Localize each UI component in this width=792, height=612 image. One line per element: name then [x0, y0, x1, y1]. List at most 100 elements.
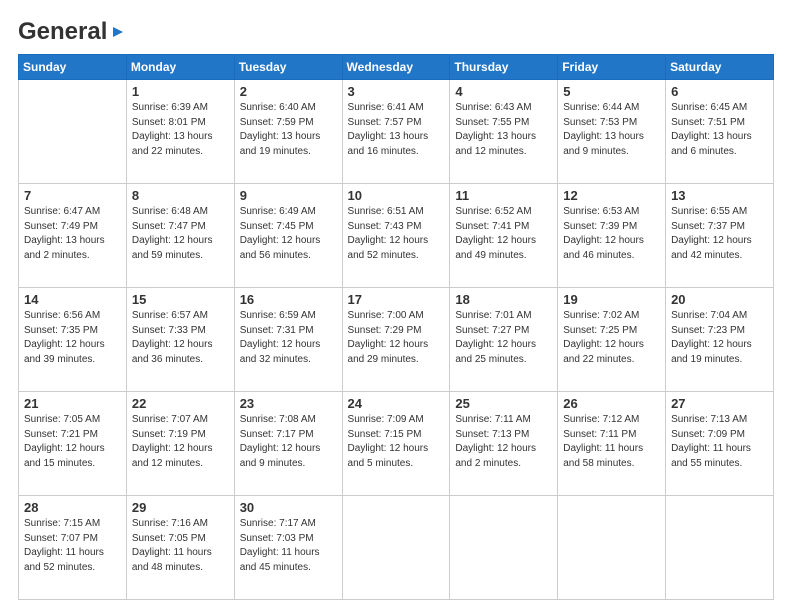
calendar-cell: 18 Sunrise: 7:01 AM Sunset: 7:27 PM Dayli…	[450, 288, 558, 392]
calendar-cell	[666, 496, 774, 600]
day-info: Sunrise: 6:57 AM Sunset: 7:33 PM Dayligh…	[132, 309, 229, 367]
calendar-cell	[558, 496, 666, 600]
calendar-cell: 30 Sunrise: 7:17 AM Sunset: 7:03 PM Dayli…	[234, 496, 342, 600]
logo-icon	[109, 23, 127, 41]
day-number: 3	[348, 84, 445, 99]
weekday-sunday: Sunday	[19, 55, 127, 80]
day-number: 21	[24, 396, 121, 411]
calendar-cell: 21Sunrise: 7:05 AM Sunset: 7:21 PM Dayli…	[19, 392, 127, 496]
weekday-saturday: Saturday	[666, 55, 774, 80]
day-number: 25	[455, 396, 552, 411]
day-info: Sunrise: 6:43 AM Sunset: 7:55 PM Dayligh…	[455, 101, 552, 159]
day-number: 2	[240, 84, 337, 99]
calendar-cell: 17 Sunrise: 7:00 AM Sunset: 7:29 PM Dayli…	[342, 288, 450, 392]
day-number: 10	[348, 188, 445, 203]
calendar-week-row: 21Sunrise: 7:05 AM Sunset: 7:21 PM Dayli…	[19, 392, 774, 496]
calendar-week-row: 1 Sunrise: 6:39 AM Sunset: 8:01 PM Daylig…	[19, 80, 774, 184]
weekday-friday: Friday	[558, 55, 666, 80]
day-number: 13	[671, 188, 768, 203]
day-info: Sunrise: 6:39 AM Sunset: 8:01 PM Dayligh…	[132, 101, 229, 159]
day-info: Sunrise: 6:44 AM Sunset: 7:53 PM Dayligh…	[563, 101, 660, 159]
calendar-cell: 3 Sunrise: 6:41 AM Sunset: 7:57 PM Daylig…	[342, 80, 450, 184]
day-info: Sunrise: 6:59 AM Sunset: 7:31 PM Dayligh…	[240, 309, 337, 367]
day-number: 24	[348, 396, 445, 411]
calendar-cell: 10Sunrise: 6:51 AM Sunset: 7:43 PM Dayli…	[342, 184, 450, 288]
day-number: 14	[24, 292, 121, 307]
day-number: 17	[348, 292, 445, 307]
day-number: 20	[671, 292, 768, 307]
day-number: 12	[563, 188, 660, 203]
calendar-cell: 14 Sunrise: 6:56 AM Sunset: 7:35 PM Dayli…	[19, 288, 127, 392]
day-number: 23	[240, 396, 337, 411]
day-info: Sunrise: 7:17 AM Sunset: 7:03 PM Dayligh…	[240, 517, 337, 575]
day-number: 8	[132, 188, 229, 203]
day-info: Sunrise: 6:47 AM Sunset: 7:49 PM Dayligh…	[24, 205, 121, 263]
day-number: 15	[132, 292, 229, 307]
calendar-cell: 6 Sunrise: 6:45 AM Sunset: 7:51 PM Daylig…	[666, 80, 774, 184]
day-info: Sunrise: 7:12 AM Sunset: 7:11 PM Dayligh…	[563, 413, 660, 471]
day-info: Sunrise: 6:45 AM Sunset: 7:51 PM Dayligh…	[671, 101, 768, 159]
weekday-thursday: Thursday	[450, 55, 558, 80]
day-number: 30	[240, 500, 337, 515]
calendar-cell: 15 Sunrise: 6:57 AM Sunset: 7:33 PM Dayli…	[126, 288, 234, 392]
calendar-cell: 19 Sunrise: 7:02 AM Sunset: 7:25 PM Dayli…	[558, 288, 666, 392]
day-info: Sunrise: 7:11 AM Sunset: 7:13 PM Dayligh…	[455, 413, 552, 471]
day-info: Sunrise: 7:15 AM Sunset: 7:07 PM Dayligh…	[24, 517, 121, 575]
day-number: 29	[132, 500, 229, 515]
day-number: 28	[24, 500, 121, 515]
calendar-cell: 4 Sunrise: 6:43 AM Sunset: 7:55 PM Daylig…	[450, 80, 558, 184]
day-number: 4	[455, 84, 552, 99]
day-number: 6	[671, 84, 768, 99]
weekday-wednesday: Wednesday	[342, 55, 450, 80]
weekday-header-row: SundayMondayTuesdayWednesdayThursdayFrid…	[19, 55, 774, 80]
day-number: 9	[240, 188, 337, 203]
day-number: 18	[455, 292, 552, 307]
calendar-cell: 11Sunrise: 6:52 AM Sunset: 7:41 PM Dayli…	[450, 184, 558, 288]
day-number: 7	[24, 188, 121, 203]
calendar-cell: 27 Sunrise: 7:13 AM Sunset: 7:09 PM Dayli…	[666, 392, 774, 496]
day-info: Sunrise: 6:56 AM Sunset: 7:35 PM Dayligh…	[24, 309, 121, 367]
day-info: Sunrise: 7:01 AM Sunset: 7:27 PM Dayligh…	[455, 309, 552, 367]
day-number: 16	[240, 292, 337, 307]
calendar-cell: 7 Sunrise: 6:47 AM Sunset: 7:49 PM Daylig…	[19, 184, 127, 288]
day-number: 26	[563, 396, 660, 411]
day-info: Sunrise: 6:55 AM Sunset: 7:37 PM Dayligh…	[671, 205, 768, 263]
calendar-cell	[342, 496, 450, 600]
day-info: Sunrise: 7:09 AM Sunset: 7:15 PM Dayligh…	[348, 413, 445, 471]
calendar-cell: 20 Sunrise: 7:04 AM Sunset: 7:23 PM Dayli…	[666, 288, 774, 392]
day-number: 1	[132, 84, 229, 99]
day-info: Sunrise: 6:40 AM Sunset: 7:59 PM Dayligh…	[240, 101, 337, 159]
day-info: Sunrise: 6:53 AM Sunset: 7:39 PM Dayligh…	[563, 205, 660, 263]
calendar-week-row: 7 Sunrise: 6:47 AM Sunset: 7:49 PM Daylig…	[19, 184, 774, 288]
day-info: Sunrise: 7:00 AM Sunset: 7:29 PM Dayligh…	[348, 309, 445, 367]
calendar-cell: 26 Sunrise: 7:12 AM Sunset: 7:11 PM Dayli…	[558, 392, 666, 496]
day-number: 5	[563, 84, 660, 99]
day-number: 11	[455, 188, 552, 203]
day-info: Sunrise: 6:41 AM Sunset: 7:57 PM Dayligh…	[348, 101, 445, 159]
day-info: Sunrise: 7:02 AM Sunset: 7:25 PM Dayligh…	[563, 309, 660, 367]
calendar-cell: 16 Sunrise: 6:59 AM Sunset: 7:31 PM Dayli…	[234, 288, 342, 392]
calendar-cell: 24 Sunrise: 7:09 AM Sunset: 7:15 PM Dayli…	[342, 392, 450, 496]
calendar-cell: 25 Sunrise: 7:11 AM Sunset: 7:13 PM Dayli…	[450, 392, 558, 496]
weekday-tuesday: Tuesday	[234, 55, 342, 80]
calendar-cell	[450, 496, 558, 600]
logo-general: General	[18, 18, 107, 46]
calendar-cell	[19, 80, 127, 184]
day-info: Sunrise: 7:13 AM Sunset: 7:09 PM Dayligh…	[671, 413, 768, 471]
weekday-monday: Monday	[126, 55, 234, 80]
calendar-cell: 1 Sunrise: 6:39 AM Sunset: 8:01 PM Daylig…	[126, 80, 234, 184]
calendar-cell: 12 Sunrise: 6:53 AM Sunset: 7:39 PM Dayli…	[558, 184, 666, 288]
day-number: 27	[671, 396, 768, 411]
calendar-cell: 29 Sunrise: 7:16 AM Sunset: 7:05 PM Dayli…	[126, 496, 234, 600]
calendar-week-row: 28 Sunrise: 7:15 AM Sunset: 7:07 PM Dayli…	[19, 496, 774, 600]
day-number: 22	[132, 396, 229, 411]
calendar-cell: 13 Sunrise: 6:55 AM Sunset: 7:37 PM Dayli…	[666, 184, 774, 288]
calendar-week-row: 14 Sunrise: 6:56 AM Sunset: 7:35 PM Dayli…	[19, 288, 774, 392]
day-info: Sunrise: 7:04 AM Sunset: 7:23 PM Dayligh…	[671, 309, 768, 367]
calendar-cell: 5 Sunrise: 6:44 AM Sunset: 7:53 PM Daylig…	[558, 80, 666, 184]
calendar-cell: 22Sunrise: 7:07 AM Sunset: 7:19 PM Dayli…	[126, 392, 234, 496]
calendar-cell: 2 Sunrise: 6:40 AM Sunset: 7:59 PM Daylig…	[234, 80, 342, 184]
day-number: 19	[563, 292, 660, 307]
calendar-cell: 9Sunrise: 6:49 AM Sunset: 7:45 PM Daylig…	[234, 184, 342, 288]
day-info: Sunrise: 7:16 AM Sunset: 7:05 PM Dayligh…	[132, 517, 229, 575]
